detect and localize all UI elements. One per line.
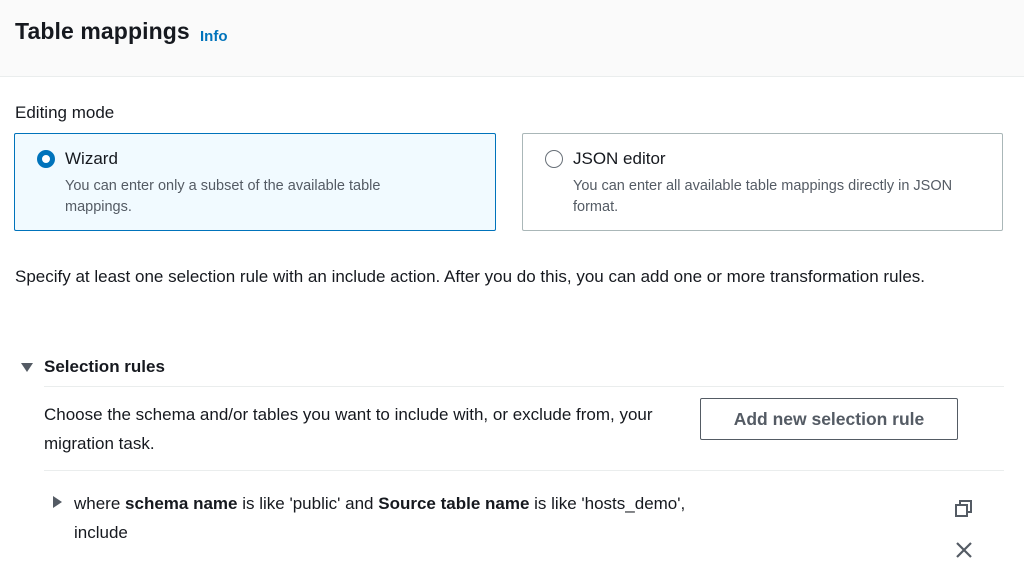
editing-mode-label: Editing mode [15, 103, 115, 122]
wizard-radio[interactable] [37, 150, 55, 168]
rule-action: include [74, 523, 128, 542]
selection-rules-toggle[interactable]: Selection rules [21, 357, 165, 377]
caret-down-icon [21, 362, 33, 372]
rule-prefix: where [74, 494, 121, 513]
info-link[interactable]: Info [200, 28, 228, 45]
selection-rules-description: Choose the schema and/or tables you want… [44, 405, 653, 453]
wizard-option-tile[interactable]: Wizard You can enter only a subset of th… [14, 133, 496, 231]
page-title: Table mappings [15, 18, 190, 44]
json-editor-option-title: JSON editor [573, 149, 666, 168]
wizard-option-description: You can enter only a subset of the avail… [65, 178, 381, 215]
close-icon[interactable] [954, 540, 974, 560]
rule-table-label: Source table name [378, 494, 530, 513]
rule-schema-value: 'public' [289, 494, 341, 513]
rules-divider [44, 470, 1004, 471]
add-selection-rule-button[interactable]: Add new selection rule [700, 398, 958, 440]
page-header: Table mappings Info [0, 0, 1024, 77]
rule-joiner: and [345, 494, 374, 513]
selection-rules-title: Selection rules [44, 357, 165, 376]
json-editor-option-tile[interactable]: JSON editor You can enter all available … [522, 133, 1003, 231]
rule-schema-connector: is like [242, 494, 285, 513]
selection-rule-summary: where schema name is like 'public' and S… [74, 489, 754, 547]
wizard-option-title: Wizard [65, 149, 118, 168]
instructions-text: Specify at least one selection rule with… [15, 267, 926, 286]
section-divider [44, 386, 1004, 387]
rule-schema-label: schema name [125, 494, 238, 513]
rule-table-value: 'hosts_demo', [581, 494, 686, 513]
json-editor-option-description: You can enter all available table mappin… [573, 178, 953, 215]
json-editor-radio[interactable] [545, 150, 563, 168]
copy-icon[interactable] [954, 499, 974, 519]
caret-right-icon[interactable] [53, 496, 62, 508]
rule-table-connector: is like [534, 494, 577, 513]
